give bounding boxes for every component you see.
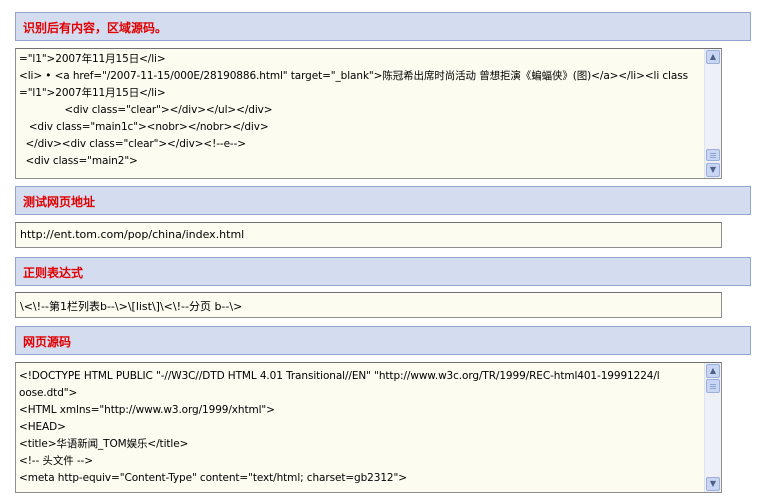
code-line: <div class="main1c"><nobr></nobr></div> [19, 121, 269, 133]
url-section-header: 测试网页地址 [15, 186, 751, 215]
url-input-value: http://ent.tom.com/pop/china/index.html [20, 228, 245, 241]
code-line: <meta http-equiv="Content-Type" content=… [19, 472, 407, 484]
regex-input[interactable]: \<\!--第1栏列表b--\>\[list\]\<\!--分页 b--\> [15, 292, 722, 318]
source-section-title: 网页源码 [23, 335, 72, 349]
scroll-thumb[interactable] [706, 379, 720, 393]
code-line: <HTML xmlns="http://www.w3.org/1999/xhtm… [19, 404, 275, 416]
code-line: </div><div class="clear"></div><!--e--> [19, 138, 247, 150]
code-line: <title>华语新闻_TOM娱乐</title> [19, 438, 189, 450]
chevron-down-icon[interactable]: ▼ [706, 477, 720, 491]
scroll-thumb[interactable] [706, 149, 720, 161]
code-line: <li> • <a href="/2007-11-15/000E/2819088… [19, 70, 688, 82]
code-line: ="l1">2007年11月15日</li> [19, 53, 166, 65]
code-line: <div class="main2"> [19, 155, 138, 167]
result-scrollbar[interactable]: ▲ ▼ [704, 49, 721, 178]
url-section-title: 测试网页地址 [23, 195, 96, 209]
chevron-up-icon[interactable]: ▲ [706, 364, 720, 378]
result-section-title: 识别后有内容，区域源码。 [23, 21, 168, 35]
chevron-down-icon[interactable]: ▼ [706, 163, 720, 177]
code-line: oose.dtd"> [19, 387, 78, 399]
regex-input-value: \<\!--第1栏列表b--\>\[list\]\<\!--分页 b--\> [20, 300, 243, 313]
url-input[interactable]: http://ent.tom.com/pop/china/index.html [15, 222, 722, 248]
code-line: <div class="clear"></div></ul></div> [19, 104, 273, 116]
page-source-textarea[interactable]: <!DOCTYPE HTML PUBLIC "-//W3C//DTD HTML … [15, 362, 722, 493]
code-line: <HEAD> [19, 421, 66, 433]
code-line: ="l1">2007年11月15日</li> [19, 87, 166, 99]
chevron-up-icon[interactable]: ▲ [706, 50, 720, 64]
code-line: <!DOCTYPE HTML PUBLIC "-//W3C//DTD HTML … [19, 370, 660, 382]
regex-section-header: 正则表达式 [15, 257, 751, 286]
code-line: <!-- 头文件 --> [19, 455, 93, 467]
result-section-header: 识别后有内容，区域源码。 [15, 12, 751, 41]
result-source-textarea[interactable]: ="l1">2007年11月15日</li> <li> • <a href="/2… [15, 48, 722, 179]
source-scrollbar[interactable]: ▲ ▼ [704, 363, 721, 492]
regex-section-title: 正则表达式 [23, 266, 84, 280]
source-section-header: 网页源码 [15, 326, 751, 355]
